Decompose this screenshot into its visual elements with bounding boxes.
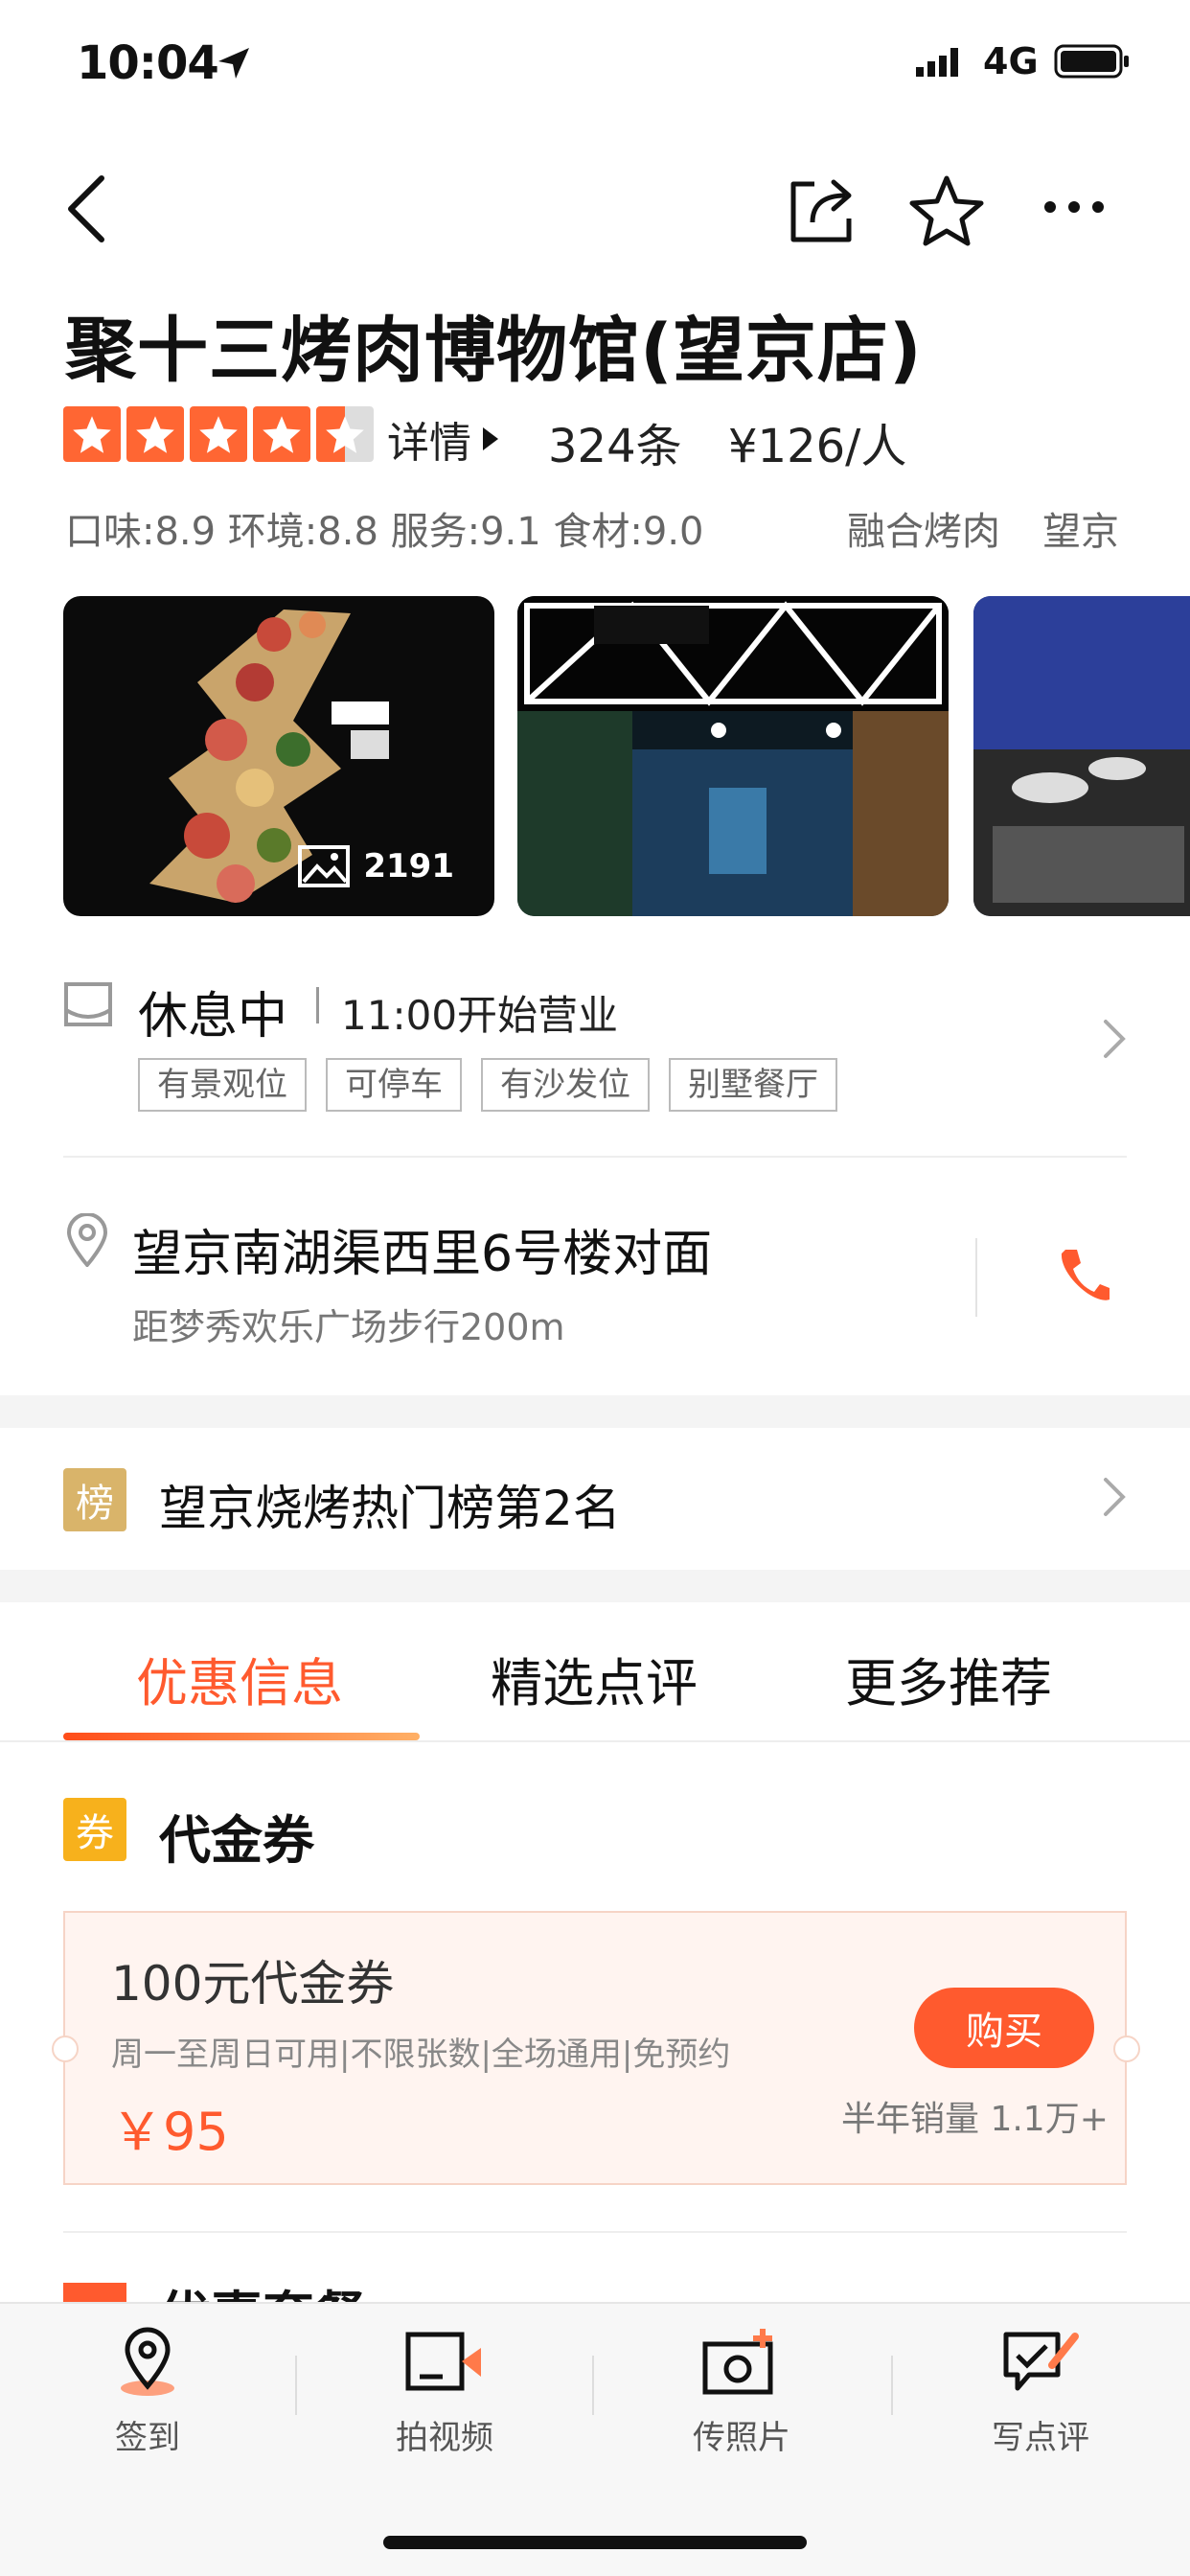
hours-chevron-right-icon[interactable] bbox=[1102, 1018, 1127, 1060]
photo-count-value: 2191 bbox=[363, 847, 454, 886]
star-icon bbox=[190, 406, 247, 462]
tab-more-recommendations[interactable]: 更多推荐 bbox=[845, 1641, 1052, 1716]
feature-tag: 有景观位 bbox=[138, 1058, 307, 1112]
write-review-button[interactable]: 写点评 bbox=[945, 2327, 1136, 2458]
shop-name: 聚十三烤肉博物馆(望京店) bbox=[65, 310, 923, 392]
battery-icon bbox=[1054, 44, 1129, 79]
star-icon bbox=[126, 406, 184, 462]
review-count[interactable]: 324条 bbox=[548, 408, 682, 475]
action-divider bbox=[592, 2356, 594, 2415]
half-star-icon bbox=[316, 406, 374, 462]
share-icon[interactable] bbox=[786, 174, 858, 247]
shop-area[interactable]: 望京 bbox=[1042, 500, 1119, 556]
action-divider bbox=[295, 2356, 297, 2415]
coupon-sales: 半年销量 1.1万+ bbox=[841, 2100, 1109, 2139]
price-per-person: ¥126/人 bbox=[728, 420, 907, 473]
sub-scores: 口味:8.9 环境:8.8 服务:9.1 食材:9.0 bbox=[65, 510, 704, 554]
coupon-notch bbox=[52, 2036, 79, 2062]
star-icon bbox=[253, 406, 310, 462]
active-tab-indicator bbox=[63, 1733, 420, 1740]
triangle-right-icon bbox=[483, 427, 498, 450]
hours-status: 休息中 bbox=[138, 988, 288, 1046]
feature-tags: 有景观位 可停车 有沙发位 别墅餐厅 bbox=[138, 1058, 837, 1112]
storefront-image bbox=[517, 596, 949, 916]
coupon-price: ￥95 bbox=[111, 2102, 229, 2162]
more-dots-icon[interactable] bbox=[1042, 197, 1106, 217]
shoot-video-button[interactable]: 拍视频 bbox=[349, 2327, 540, 2458]
address-distance: 距梦秀欢乐广场步行200m bbox=[132, 1306, 565, 1348]
section-gap bbox=[0, 1395, 1190, 1428]
voucher-heading: 代金券 bbox=[159, 1810, 314, 1871]
hours-divider bbox=[316, 987, 319, 1024]
image-icon bbox=[298, 845, 351, 887]
tab-featured-reviews[interactable]: 精选点评 bbox=[491, 1641, 698, 1716]
photo-food[interactable]: 2191 bbox=[63, 596, 494, 916]
phone-icon[interactable] bbox=[1056, 1246, 1110, 1305]
rating-detail-label: 详情 bbox=[387, 419, 471, 468]
upload-photo-button[interactable]: 传照片 bbox=[646, 2327, 837, 2458]
interior-image bbox=[973, 596, 1190, 916]
address-line[interactable]: 望京南湖渠西里6号楼对面 bbox=[132, 1213, 712, 1285]
photo-interior[interactable] bbox=[973, 596, 1190, 916]
photo-storefront[interactable] bbox=[517, 596, 949, 916]
write-review-icon bbox=[1003, 2332, 1079, 2391]
feature-tag: 别墅餐厅 bbox=[669, 1058, 837, 1112]
divider bbox=[63, 2231, 1127, 2233]
rank-badge: 榜 bbox=[63, 1468, 126, 1531]
divider bbox=[63, 1156, 1127, 1158]
section-gap bbox=[0, 1570, 1190, 1602]
shop-detail-page: 10:04 4G 聚十三烤肉博物馆(望京店) 详情 324条 ¥126/人 口味… bbox=[0, 0, 1190, 2576]
location-pin-icon bbox=[66, 1213, 108, 1267]
rating-detail-link[interactable]: 详情 bbox=[387, 408, 500, 470]
back-chevron-icon[interactable] bbox=[63, 174, 109, 243]
check-in-button[interactable]: 签到 bbox=[52, 2327, 243, 2458]
coupon-title: 100元代金券 bbox=[111, 1956, 395, 2012]
camera-plus-icon bbox=[702, 2329, 773, 2395]
coupon-terms: 周一至周日可用|不限张数|全场通用|免预约 bbox=[111, 2036, 731, 2074]
ranking-text[interactable]: 望京烧烤热门榜第2名 bbox=[159, 1470, 621, 1539]
buy-button[interactable]: 购买 bbox=[914, 1988, 1094, 2068]
signal-icon bbox=[916, 48, 958, 77]
rating-stars bbox=[63, 406, 374, 462]
address-divider bbox=[975, 1238, 977, 1317]
feature-tag: 可停车 bbox=[326, 1058, 462, 1112]
check-in-label: 签到 bbox=[115, 2419, 180, 2457]
coupon-notch bbox=[1113, 2036, 1140, 2062]
ranking-chevron-right-icon[interactable] bbox=[1102, 1476, 1127, 1518]
tab-offers[interactable]: 优惠信息 bbox=[136, 1641, 343, 1716]
write-review-label: 写点评 bbox=[992, 2419, 1089, 2457]
status-time: 10:04 bbox=[77, 36, 219, 90]
photo-count: 2191 bbox=[298, 845, 454, 887]
opening-time: 11:00开始营业 bbox=[341, 992, 619, 1039]
shoot-video-label: 拍视频 bbox=[396, 2419, 493, 2457]
shop-icon bbox=[64, 982, 112, 1026]
favorite-star-icon[interactable] bbox=[908, 172, 985, 249]
upload-photo-label: 传照片 bbox=[693, 2419, 790, 2457]
location-arrow-icon bbox=[218, 48, 249, 79]
star-icon bbox=[63, 406, 121, 462]
feature-tag: 有沙发位 bbox=[481, 1058, 650, 1112]
location-pin-icon bbox=[121, 2327, 174, 2396]
shop-category[interactable]: 融合烤肉 bbox=[847, 500, 1000, 556]
action-divider bbox=[891, 2356, 893, 2415]
voucher-badge: 券 bbox=[63, 1798, 126, 1861]
home-indicator[interactable] bbox=[383, 2536, 807, 2549]
tabs-divider bbox=[0, 1740, 1190, 1742]
network-type: 4G bbox=[983, 40, 1039, 82]
video-camera-icon bbox=[405, 2332, 481, 2391]
